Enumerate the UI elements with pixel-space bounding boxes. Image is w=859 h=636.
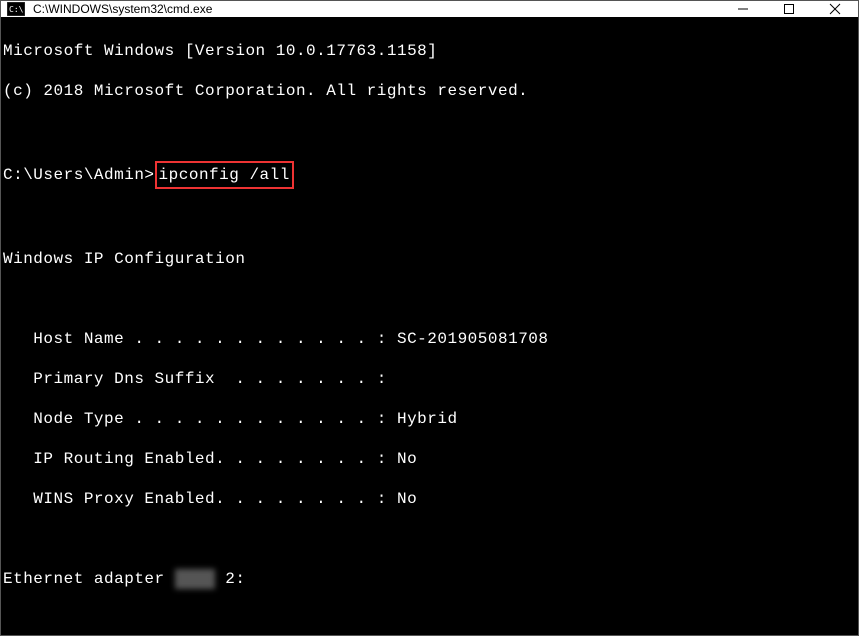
cmd-window: C:\ C:\WINDOWS\system32\cmd.exe Microsof…	[0, 0, 859, 636]
host-name-row: Host Name . . . . . . . . . . . . : SC-2…	[3, 329, 856, 349]
adapter-name-hidden: XXXX	[175, 569, 215, 589]
banner-line2: (c) 2018 Microsoft Corporation. All righ…	[3, 81, 856, 101]
primary-dns-row: Primary Dns Suffix . . . . . . . :	[3, 369, 856, 389]
node-type-value: Hybrid	[397, 410, 458, 428]
svg-text:C:\: C:\	[9, 5, 24, 14]
host-name-value: SC-201905081708	[397, 330, 549, 348]
cmd-icon: C:\	[7, 1, 25, 17]
node-type-row: Node Type . . . . . . . . . . . . : Hybr…	[3, 409, 856, 429]
prompt-prefix: C:\Users\Admin>	[3, 166, 155, 184]
section-winip: Windows IP Configuration	[3, 249, 856, 269]
window-title: C:\WINDOWS\system32\cmd.exe	[33, 2, 212, 16]
minimize-button[interactable]	[720, 1, 766, 17]
console-area[interactable]: Microsoft Windows [Version 10.0.17763.11…	[1, 17, 858, 635]
command-highlight: ipconfig /all	[155, 161, 294, 189]
wins-proxy-value: No	[397, 490, 417, 508]
close-button[interactable]	[812, 1, 858, 17]
ip-routing-value: No	[397, 450, 417, 468]
ip-routing-row: IP Routing Enabled. . . . . . . . : No	[3, 449, 856, 469]
prompt-line: C:\Users\Admin>ipconfig /all	[3, 161, 856, 189]
banner-line1: Microsoft Windows [Version 10.0.17763.11…	[3, 41, 856, 61]
window-controls	[720, 1, 858, 17]
titlebar[interactable]: C:\ C:\WINDOWS\system32\cmd.exe	[1, 1, 858, 17]
section-adapter: Ethernet adapter XXXX 2:	[3, 569, 856, 589]
wins-proxy-row: WINS Proxy Enabled. . . . . . . . : No	[3, 489, 856, 509]
maximize-button[interactable]	[766, 1, 812, 17]
